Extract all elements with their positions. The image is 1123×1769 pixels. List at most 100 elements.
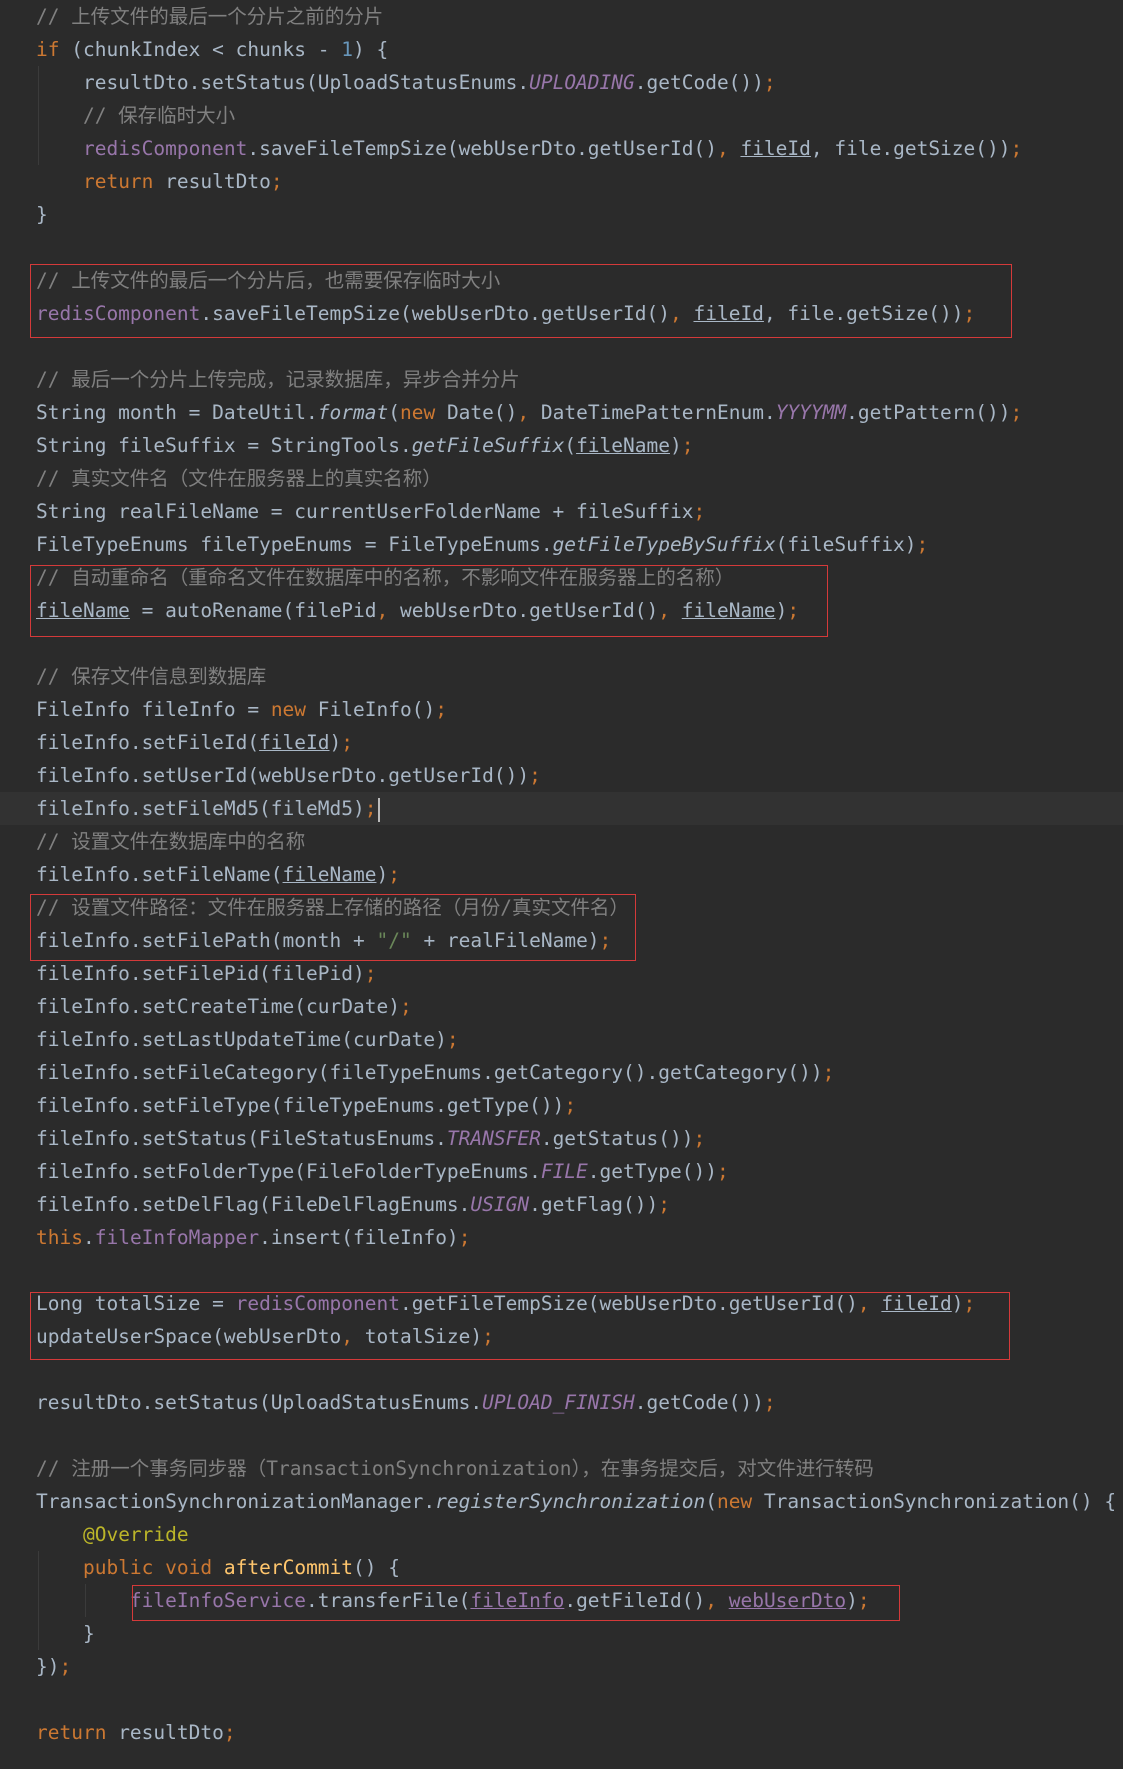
code-token: // 设置文件路径：文件在服务器上存储的路径（月份/真实文件名） bbox=[36, 896, 629, 919]
code-line[interactable] bbox=[0, 627, 1123, 660]
code-line[interactable]: fileInfo.setLastUpdateTime(curDate); bbox=[0, 1023, 1123, 1056]
code-line[interactable]: fileInfo.setStatus(FileStatusEnums.TRANS… bbox=[0, 1122, 1123, 1155]
code-line[interactable]: fileInfo.setFileType(fileTypeEnums.getTy… bbox=[0, 1089, 1123, 1122]
code-line[interactable] bbox=[0, 1353, 1123, 1386]
code-token: // 自动重命名（重命名文件在数据库中的名称，不影响文件在服务器上的名称） bbox=[36, 566, 735, 589]
code-line[interactable]: public void afterCommit() { bbox=[0, 1551, 1123, 1584]
code-token: }) bbox=[36, 1655, 60, 1678]
code-token: fileInfo.setFolderType(FileFolderTypeEnu… bbox=[36, 1160, 541, 1183]
code-line[interactable]: } bbox=[0, 198, 1123, 231]
code-token: fileId bbox=[740, 137, 811, 160]
code-line[interactable]: redisComponent.saveFileTempSize(webUserD… bbox=[0, 297, 1123, 330]
code-line-text: fileInfo.setFilePath(month + "/" + realF… bbox=[36, 924, 611, 957]
code-line[interactable] bbox=[0, 1254, 1123, 1287]
code-line[interactable]: resultDto.setStatus(UploadStatusEnums.UP… bbox=[0, 66, 1123, 99]
code-line[interactable]: String realFileName = currentUserFolderN… bbox=[0, 495, 1123, 528]
code-token: ; bbox=[681, 434, 694, 457]
code-line-text: // 最后一个分片上传完成，记录数据库，异步合并分片 bbox=[36, 363, 520, 396]
code-token: ; bbox=[1010, 137, 1023, 160]
code-line-text: } bbox=[36, 1617, 95, 1650]
code-line[interactable] bbox=[0, 330, 1123, 363]
code-line-text: fileInfo.setStatus(FileStatusEnums.TRANS… bbox=[36, 1122, 705, 1155]
code-line[interactable]: // 最后一个分片上传完成，记录数据库，异步合并分片 bbox=[0, 363, 1123, 396]
code-line[interactable]: // 自动重命名（重命名文件在数据库中的名称，不影响文件在服务器上的名称） bbox=[0, 561, 1123, 594]
code-token: @Override bbox=[82, 1523, 189, 1546]
code-line-text: @Override bbox=[36, 1518, 189, 1551]
code-token: new bbox=[716, 1490, 753, 1513]
code-line[interactable] bbox=[0, 231, 1123, 264]
code-line[interactable]: if (chunkIndex < chunks - 1) { bbox=[0, 33, 1123, 66]
code-editor[interactable]: // 上传文件的最后一个分片之前的分片 if (chunkIndex < chun… bbox=[0, 0, 1123, 1769]
code-line[interactable] bbox=[0, 1419, 1123, 1452]
code-token: ; bbox=[822, 1061, 835, 1084]
code-line[interactable]: fileInfoService.transferFile(fileInfo.ge… bbox=[0, 1584, 1123, 1617]
code-token: fileInfo.setStatus(FileStatusEnums. bbox=[36, 1127, 447, 1150]
code-token: FILE bbox=[540, 1160, 588, 1183]
code-line[interactable]: FileInfo fileInfo = new FileInfo(); bbox=[0, 693, 1123, 726]
code-line-text: redisComponent.saveFileTempSize(webUserD… bbox=[36, 132, 1022, 165]
code-line-text: // 上传文件的最后一个分片之前的分片 bbox=[36, 0, 383, 33]
code-token: fileName bbox=[282, 863, 377, 886]
code-line[interactable]: return resultDto; bbox=[0, 165, 1123, 198]
code-token: , bbox=[669, 302, 682, 325]
code-line[interactable]: return resultDto; bbox=[0, 1716, 1123, 1749]
code-token: .saveFileTempSize(webUserDto.getUserId() bbox=[247, 137, 717, 160]
code-line-text: String fileSuffix = StringTools.getFileS… bbox=[36, 429, 693, 462]
code-line[interactable]: // 保存文件信息到数据库 bbox=[0, 660, 1123, 693]
code-line-text: // 保存文件信息到数据库 bbox=[36, 660, 266, 693]
code-line[interactable]: // 设置文件路径：文件在服务器上存储的路径（月份/真实文件名） bbox=[0, 891, 1123, 924]
code-line[interactable]: // 上传文件的最后一个分片之前的分片 bbox=[0, 0, 1123, 33]
code-line[interactable]: updateUserSpace(webUserDto, totalSize); bbox=[0, 1320, 1123, 1353]
code-token: (fileSuffix) bbox=[775, 533, 917, 556]
code-line[interactable]: // 真实文件名（文件在服务器上的真实名称） bbox=[0, 462, 1123, 495]
code-line[interactable]: } bbox=[0, 1617, 1123, 1650]
code-line[interactable]: String month = DateUtil.format(new Date(… bbox=[0, 396, 1123, 429]
code-line[interactable]: fileInfo.setFileId(fileId); bbox=[0, 726, 1123, 759]
code-line[interactable]: String fileSuffix = StringTools.getFileS… bbox=[0, 429, 1123, 462]
code-line[interactable]: // 注册一个事务同步器（TransactionSynchronization）… bbox=[0, 1452, 1123, 1485]
code-line[interactable]: Long totalSize = redisComponent.getFileT… bbox=[0, 1287, 1123, 1320]
code-token: ; bbox=[658, 1193, 670, 1216]
code-token: USIGN bbox=[470, 1193, 530, 1216]
code-line[interactable]: // 保存临时大小 bbox=[0, 99, 1123, 132]
code-token: fileInfo.setUserId(webUserDto.getUserId(… bbox=[36, 764, 530, 787]
code-line[interactable]: }); bbox=[0, 1650, 1123, 1683]
code-token: .getCode()) bbox=[634, 1391, 764, 1414]
code-token: fileInfo.setFileType(fileTypeEnums.getTy… bbox=[36, 1094, 565, 1117]
code-token: fileInfo.setFileName( bbox=[36, 863, 283, 886]
code-line[interactable]: FileTypeEnums fileTypeEnums = FileTypeEn… bbox=[0, 528, 1123, 561]
code-token: ; bbox=[399, 995, 412, 1018]
code-token: , bbox=[517, 401, 530, 424]
code-line[interactable]: redisComponent.saveFileTempSize(webUserD… bbox=[0, 132, 1123, 165]
code-line[interactable]: fileInfo.setFileName(fileName); bbox=[0, 858, 1123, 891]
code-token: ; bbox=[482, 1325, 494, 1348]
code-line[interactable]: fileInfo.setCreateTime(curDate); bbox=[0, 990, 1123, 1023]
code-line[interactable]: resultDto.setStatus(UploadStatusEnums.UP… bbox=[0, 1386, 1123, 1419]
code-line[interactable]: fileInfo.setUserId(webUserDto.getUserId(… bbox=[0, 759, 1123, 792]
code-token: , bbox=[341, 1325, 353, 1348]
code-line-text: if (chunkIndex < chunks - 1) { bbox=[36, 33, 388, 66]
code-token: } bbox=[36, 203, 48, 226]
code-line[interactable]: this.fileInfoMapper.insert(fileInfo); bbox=[0, 1221, 1123, 1254]
code-line[interactable] bbox=[0, 1683, 1123, 1716]
code-line[interactable]: fileInfo.setFileMd5(fileMd5); bbox=[0, 792, 1123, 825]
code-line[interactable]: fileInfo.setFilePath(month + "/" + realF… bbox=[0, 924, 1123, 957]
code-line-text: // 保存临时大小 bbox=[36, 99, 235, 132]
code-token: UPLOAD_FINISH bbox=[482, 1391, 635, 1414]
code-line[interactable]: TransactionSynchronizationManager.regist… bbox=[0, 1485, 1123, 1518]
code-token: 1 bbox=[341, 38, 353, 61]
code-line[interactable]: fileName = autoRename(filePid, webUserDt… bbox=[0, 594, 1123, 627]
code-line[interactable]: @Override bbox=[0, 1518, 1123, 1551]
code-line[interactable]: fileInfo.setFileCategory(fileTypeEnums.g… bbox=[0, 1056, 1123, 1089]
code-line[interactable]: fileInfo.setFilePid(filePid); bbox=[0, 957, 1123, 990]
code-line[interactable]: fileInfo.setDelFlag(FileDelFlagEnums.USI… bbox=[0, 1188, 1123, 1221]
code-line[interactable]: fileInfo.setFolderType(FileFolderTypeEnu… bbox=[0, 1155, 1123, 1188]
code-line-text: return resultDto; bbox=[36, 165, 283, 198]
code-line-text: fileInfo.setUserId(webUserDto.getUserId(… bbox=[36, 759, 541, 792]
code-token: DateTimePatternEnum. bbox=[529, 401, 776, 424]
code-line[interactable]: // 上传文件的最后一个分片后，也需要保存临时大小 bbox=[0, 264, 1123, 297]
code-token: UPLOADING bbox=[529, 71, 635, 94]
code-line[interactable]: // 设置文件在数据库中的名称 bbox=[0, 825, 1123, 858]
